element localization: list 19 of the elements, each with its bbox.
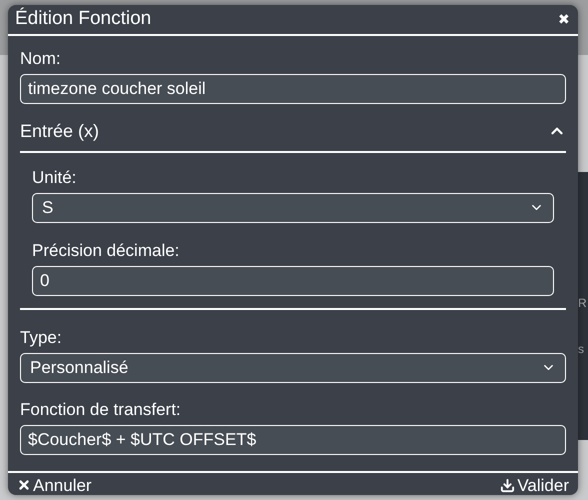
- background-text: s: [578, 341, 585, 358]
- download-icon: [500, 478, 516, 493]
- select-field[interactable]: Personnalisé: [20, 352, 566, 382]
- field-label: Nom:: [20, 48, 62, 68]
- confirm-button[interactable]: Valider: [500, 472, 569, 498]
- section-title: Entrée (x): [20, 120, 100, 143]
- field-label: Précision décimale:: [32, 240, 180, 260]
- close-button[interactable]: ✖: [558, 12, 570, 26]
- dialog-title: Édition Fonction: [15, 6, 152, 31]
- cancel-button[interactable]: Annuler: [17, 472, 92, 498]
- text-field[interactable]: $Coucher$ + $UTC OFFSET$: [20, 424, 566, 454]
- text-field[interactable]: timezone coucher soleil: [20, 74, 566, 104]
- text-field[interactable]: 0: [32, 266, 554, 296]
- background-text: R: [578, 295, 587, 312]
- field-label: Type:: [20, 328, 63, 348]
- close-icon: [17, 478, 31, 492]
- select-field[interactable]: S: [32, 192, 554, 222]
- field-label: Unité:: [32, 168, 78, 188]
- field-label: Fonction de transfert:: [20, 400, 182, 420]
